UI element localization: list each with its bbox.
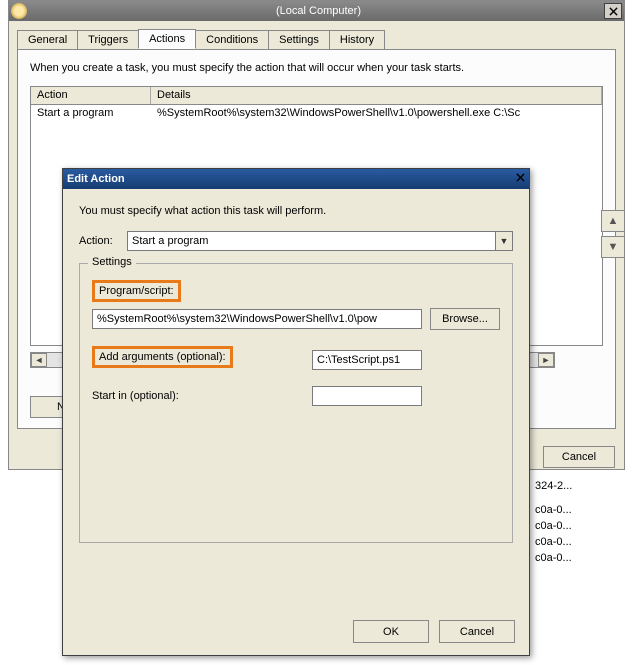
window-title: (Local Computer) <box>33 5 604 17</box>
col-details[interactable]: Details <box>151 87 602 104</box>
browse-button[interactable]: Browse... <box>430 308 500 330</box>
tab-settings[interactable]: Settings <box>268 30 330 49</box>
scroll-left-button[interactable]: ◄ <box>31 353 47 367</box>
ok-button[interactable]: OK <box>353 620 429 643</box>
reorder-buttons: ▲ ▼ <box>601 210 625 258</box>
dialog-cancel-button[interactable]: Cancel <box>439 620 515 643</box>
table-header: Action Details <box>31 87 602 105</box>
arguments-input[interactable] <box>312 350 422 370</box>
close-button[interactable] <box>604 3 622 19</box>
dialog-footer: OK Cancel <box>353 620 515 643</box>
list-item: c0a-0... <box>535 534 625 550</box>
action-select-value: Start a program <box>132 235 208 247</box>
startin-label: Start in (optional): <box>92 390 179 402</box>
action-label: Action: <box>79 235 127 247</box>
settings-group: Settings Program/script: Browse... Add a… <box>79 263 513 543</box>
scroll-right-button[interactable]: ► <box>538 353 554 367</box>
chevron-down-icon: ▼ <box>608 241 619 253</box>
tab-actions[interactable]: Actions <box>138 29 196 49</box>
dialog-description: You must specify what action this task w… <box>79 205 513 217</box>
move-down-button[interactable]: ▼ <box>601 236 625 258</box>
arguments-label: Add arguments (optional): <box>92 346 233 368</box>
dialog-title: Edit Action <box>67 173 125 185</box>
edit-action-dialog: Edit Action You must specify what action… <box>62 168 530 656</box>
dialog-close-button[interactable] <box>516 173 525 185</box>
cell-details: %SystemRoot%\system32\WindowsPowerShell\… <box>151 105 602 123</box>
move-up-button[interactable]: ▲ <box>601 210 625 232</box>
main-cancel-button[interactable]: Cancel <box>543 446 615 468</box>
dialog-body: You must specify what action this task w… <box>63 189 529 559</box>
tab-history[interactable]: History <box>329 30 385 49</box>
list-item: c0a-0... <box>535 502 625 518</box>
tab-strip: General Triggers Actions Conditions Sett… <box>17 29 616 49</box>
program-input[interactable] <box>92 309 422 329</box>
chevron-right-icon: ► <box>542 355 551 365</box>
chevron-up-icon: ▲ <box>608 215 619 227</box>
close-icon <box>609 7 618 16</box>
close-icon <box>516 173 525 182</box>
main-titlebar: (Local Computer) <box>9 1 624 21</box>
tab-general[interactable]: General <box>17 30 78 49</box>
list-item: c0a-0... <box>535 550 625 566</box>
chevron-left-icon: ◄ <box>35 355 44 365</box>
tab-conditions[interactable]: Conditions <box>195 30 269 49</box>
clock-icon <box>11 3 27 19</box>
list-item: c0a-0... <box>535 518 625 534</box>
group-legend: Settings <box>88 256 136 268</box>
cell-action: Start a program <box>31 105 151 123</box>
startin-input[interactable] <box>312 386 422 406</box>
table-row[interactable]: Start a program %SystemRoot%\system32\Wi… <box>31 105 602 123</box>
chevron-down-icon: ▼ <box>495 232 512 250</box>
action-select[interactable]: Start a program ▼ <box>127 231 513 251</box>
program-label: Program/script: <box>92 280 181 302</box>
panel-description: When you create a task, you must specify… <box>30 62 603 74</box>
list-item: 324-2... <box>535 478 625 494</box>
tab-triggers[interactable]: Triggers <box>77 30 139 49</box>
col-action[interactable]: Action <box>31 87 151 104</box>
dialog-titlebar: Edit Action <box>63 169 529 189</box>
background-guid-list: 324-2... c0a-0... c0a-0... c0a-0... c0a-… <box>535 478 625 566</box>
main-footer-buttons: Cancel <box>543 446 615 468</box>
